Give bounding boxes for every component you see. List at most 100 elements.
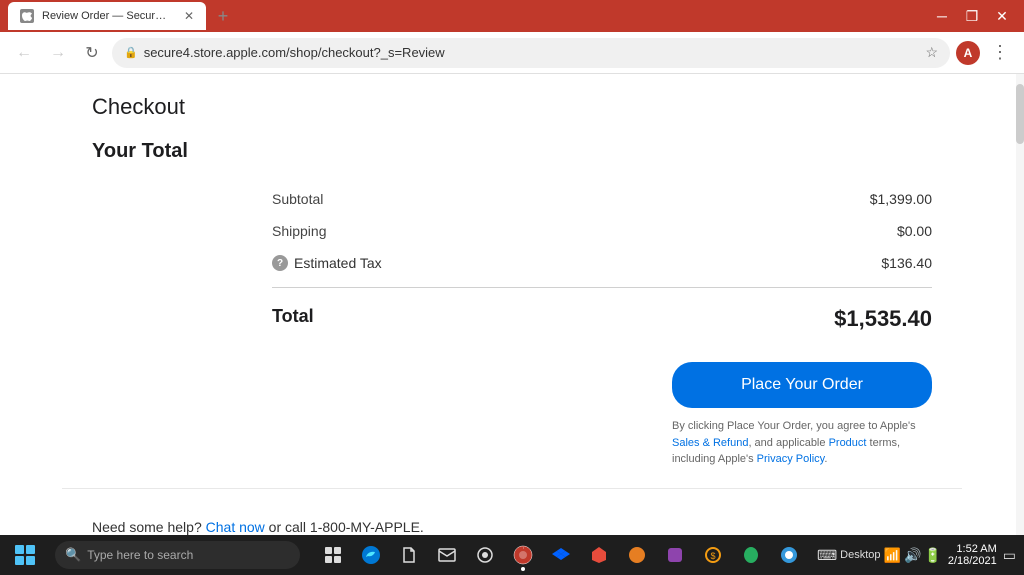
taskbar-edge-button[interactable] — [353, 537, 389, 573]
show-desktop-button[interactable]: ▭ — [1003, 547, 1016, 564]
help-text-before: Need some help? — [92, 519, 206, 535]
taskbar-search-box[interactable]: 🔍 Type here to search — [55, 541, 300, 569]
estimated-tax-amount: $136.40 — [881, 255, 932, 271]
taskbar-app9-button[interactable] — [733, 537, 769, 573]
maximize-button[interactable]: ❐ — [958, 2, 986, 30]
taskbar-center: $ — [315, 537, 807, 573]
order-summary: Subtotal $1,399.00 Shipping $0.00 ? Esti… — [272, 183, 932, 468]
estimated-tax-label: Estimated Tax — [294, 255, 382, 271]
app9-icon — [741, 545, 761, 565]
total-row: Total $1,535.40 — [272, 296, 932, 342]
legal-text: By clicking Place Your Order, you agree … — [672, 418, 932, 468]
system-tray: ⌨ Desktop 📶 🔊 🔋 — [817, 547, 942, 564]
app7-icon — [666, 546, 684, 564]
shipping-label: Shipping — [272, 223, 327, 239]
win-quad-1 — [15, 545, 24, 554]
taskbar-dropbox-button[interactable] — [543, 537, 579, 573]
scrollbar-thumb[interactable] — [1016, 84, 1024, 144]
bookmark-icon[interactable]: ☆ — [925, 44, 938, 61]
edge-icon — [361, 545, 381, 565]
legal-text-before: By clicking Place Your Order, you agree … — [672, 420, 916, 432]
tab-close-button[interactable]: ✕ — [184, 9, 194, 23]
tray-sound-icon[interactable]: 🔊 — [904, 547, 921, 564]
title-bar: Review Order — Secure Checko... ✕ + ─ ❐ … — [0, 0, 1024, 32]
browser-icon — [513, 545, 533, 565]
your-total-title: Your Total — [92, 140, 932, 163]
help-text-after: or call 1-800-MY-APPLE. — [265, 519, 424, 535]
window-controls: ─ ❐ ✕ — [928, 2, 1016, 30]
new-tab-button[interactable]: + — [210, 3, 236, 29]
estimated-tax-left: ? Estimated Tax — [272, 255, 382, 271]
win-quad-3 — [15, 556, 24, 565]
tray-keyboard-icon[interactable]: ⌨ — [817, 547, 837, 564]
mail-icon — [438, 546, 456, 564]
taskbar-multitask-button[interactable] — [315, 537, 351, 573]
privacy-policy-link[interactable]: Privacy Policy — [757, 453, 825, 465]
app10-icon — [780, 546, 798, 564]
desktop-label: Desktop — [840, 549, 880, 561]
close-button[interactable]: ✕ — [988, 2, 1016, 30]
taskbar-app5-button[interactable] — [581, 537, 617, 573]
app8-icon: $ — [704, 546, 722, 564]
tray-battery-icon[interactable]: 🔋 — [924, 547, 941, 564]
photos-icon — [476, 546, 494, 564]
taskbar-right: ⌨ Desktop 📶 🔊 🔋 1:52 AM 2/18/2021 ▭ — [817, 543, 1024, 567]
tray-wifi-icon[interactable]: 📶 — [884, 547, 901, 564]
refresh-button[interactable]: ↻ — [78, 39, 106, 67]
profile-icon[interactable]: A — [956, 41, 980, 65]
win-quad-4 — [26, 556, 35, 565]
taskbar-search-icon: 🔍 — [65, 547, 81, 563]
legal-text-mid: , and applicable — [748, 437, 828, 449]
shipping-row: Shipping $0.00 — [272, 215, 932, 247]
system-clock[interactable]: 1:52 AM 2/18/2021 — [948, 543, 997, 567]
subtotal-row: Subtotal $1,399.00 — [272, 183, 932, 215]
windows-icon — [15, 545, 35, 565]
app6-icon — [628, 546, 646, 564]
browser-menu-button[interactable]: ⋮ — [986, 39, 1014, 67]
apple-icon — [22, 10, 32, 22]
taskbar-photos-button[interactable] — [467, 537, 503, 573]
address-bar[interactable]: 🔒 secure4.store.apple.com/shop/checkout?… — [112, 38, 950, 68]
taskbar-app10-button[interactable] — [771, 537, 807, 573]
divider — [272, 287, 932, 288]
shipping-amount: $0.00 — [897, 223, 932, 239]
taskbar-browser-button[interactable] — [505, 537, 541, 573]
taskbar: 🔍 Type here to search — [0, 535, 1024, 575]
product-link[interactable]: Product — [829, 437, 867, 449]
total-amount: $1,535.40 — [834, 306, 932, 332]
clock-date: 2/18/2021 — [948, 555, 997, 567]
taskbar-app6-button[interactable] — [619, 537, 655, 573]
taskbar-app8-button[interactable]: $ — [695, 537, 731, 573]
subtotal-label: Subtotal — [272, 191, 323, 207]
back-button[interactable]: ← — [10, 39, 38, 67]
page-content: Checkout Your Total Subtotal $1,399.00 S… — [0, 74, 1024, 575]
scrollbar[interactable] — [1016, 74, 1024, 575]
app5-icon — [590, 546, 608, 564]
svg-text:$: $ — [710, 551, 715, 561]
dropbox-icon — [552, 546, 570, 564]
taskbar-file-button[interactable] — [391, 537, 427, 573]
page-content-wrapper: Checkout Your Total Subtotal $1,399.00 S… — [0, 74, 1024, 575]
browser-tab[interactable]: Review Order — Secure Checko... ✕ — [8, 2, 206, 30]
tab-favicon — [20, 9, 34, 23]
total-label: Total — [272, 306, 314, 332]
start-button[interactable] — [0, 535, 50, 575]
checkout-title: Checkout — [92, 94, 932, 120]
taskbar-search-placeholder: Type here to search — [87, 548, 193, 562]
multitask-icon — [324, 546, 342, 564]
taskbar-app7-button[interactable] — [657, 537, 693, 573]
title-bar-left: Review Order — Secure Checko... ✕ + — [8, 2, 928, 30]
place-order-button[interactable]: Place Your Order — [672, 362, 932, 408]
url-text: secure4.store.apple.com/shop/checkout?_s… — [144, 45, 920, 60]
chat-now-link[interactable]: Chat now — [206, 519, 265, 535]
sales-refund-link[interactable]: Sales & Refund — [672, 437, 748, 449]
checkout-container: Checkout Your Total Subtotal $1,399.00 S… — [62, 74, 962, 488]
lock-icon: 🔒 — [124, 46, 138, 59]
win-quad-2 — [26, 545, 35, 554]
forward-button[interactable]: → — [44, 39, 72, 67]
info-icon[interactable]: ? — [272, 255, 288, 271]
taskbar-mail-button[interactable] — [429, 537, 465, 573]
minimize-button[interactable]: ─ — [928, 2, 956, 30]
file-icon — [400, 546, 418, 564]
browser-chrome: Review Order — Secure Checko... ✕ + ─ ❐ … — [0, 0, 1024, 74]
